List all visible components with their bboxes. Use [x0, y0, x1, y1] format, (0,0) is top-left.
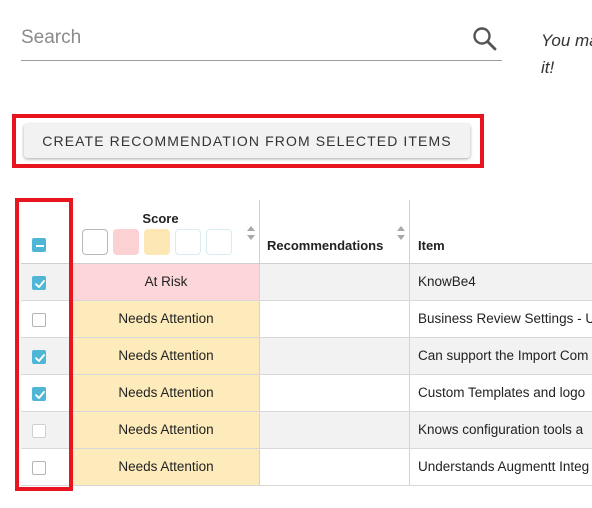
header-item[interactable]: Item	[410, 200, 592, 264]
table-row[interactable]: Needs Attention Understands Augmentt Inte…	[21, 449, 592, 486]
hint-line-1: You ma	[541, 31, 592, 50]
hint-line-2: it!	[541, 58, 555, 77]
header-recommendations[interactable]: Recommendations	[260, 200, 410, 264]
score-column-label: Score	[142, 211, 179, 226]
recommendation-cell[interactable]	[260, 301, 410, 337]
sort-icon[interactable]	[247, 226, 255, 240]
score-filter-swatch[interactable]	[144, 229, 170, 255]
item-cell: KnowBe4	[418, 274, 476, 289]
highlight-box-button	[12, 114, 484, 168]
score-cell: Needs Attention	[73, 375, 260, 411]
score-cell: Needs Attention	[73, 412, 260, 448]
item-cell: Business Review Settings - U	[418, 311, 592, 326]
item-cell: Understands Augmentt Integ	[418, 459, 590, 474]
highlight-box-checkbox-column	[15, 198, 73, 491]
table-row[interactable]: Needs Attention Knows configuration tools…	[21, 412, 592, 449]
search-field	[21, 18, 502, 61]
table-row[interactable]: Needs Attention Business Review Settings …	[21, 301, 592, 338]
recommendation-cell[interactable]	[260, 412, 410, 448]
score-filter-swatch[interactable]	[113, 229, 139, 255]
recommendation-cell[interactable]	[260, 264, 410, 300]
score-cell: Needs Attention	[73, 301, 260, 337]
item-cell: Can support the Import Com	[418, 348, 589, 363]
items-table: Score Recommendations Item At Risk KnowBe…	[21, 200, 592, 488]
score-cell: Needs Attention	[73, 449, 260, 485]
search-icon[interactable]	[472, 26, 498, 52]
header-score[interactable]: Score	[73, 200, 260, 264]
search-input[interactable]	[21, 24, 461, 52]
score-cell: At Risk	[73, 264, 260, 300]
hint-text: You ma it!	[541, 27, 592, 81]
recommendation-cell[interactable]	[260, 338, 410, 374]
score-filter-swatch[interactable]	[175, 229, 201, 255]
score-cell: Needs Attention	[73, 338, 260, 374]
sort-icon[interactable]	[397, 226, 405, 240]
table-row[interactable]: At Risk KnowBe4	[21, 264, 592, 301]
score-filter-swatch[interactable]	[82, 229, 108, 255]
table-row[interactable]: Needs Attention Can support the Import Co…	[21, 338, 592, 375]
item-cell: Knows configuration tools a	[418, 422, 584, 437]
recommendation-cell[interactable]	[260, 449, 410, 485]
table-row[interactable]: Needs Attention Custom Templates and logo	[21, 375, 592, 412]
item-column-label: Item	[418, 238, 445, 253]
recommendations-column-label: Recommendations	[267, 238, 384, 253]
recommendation-cell[interactable]	[260, 375, 410, 411]
item-cell: Custom Templates and logo	[418, 385, 586, 400]
score-filter-swatch[interactable]	[206, 229, 232, 255]
